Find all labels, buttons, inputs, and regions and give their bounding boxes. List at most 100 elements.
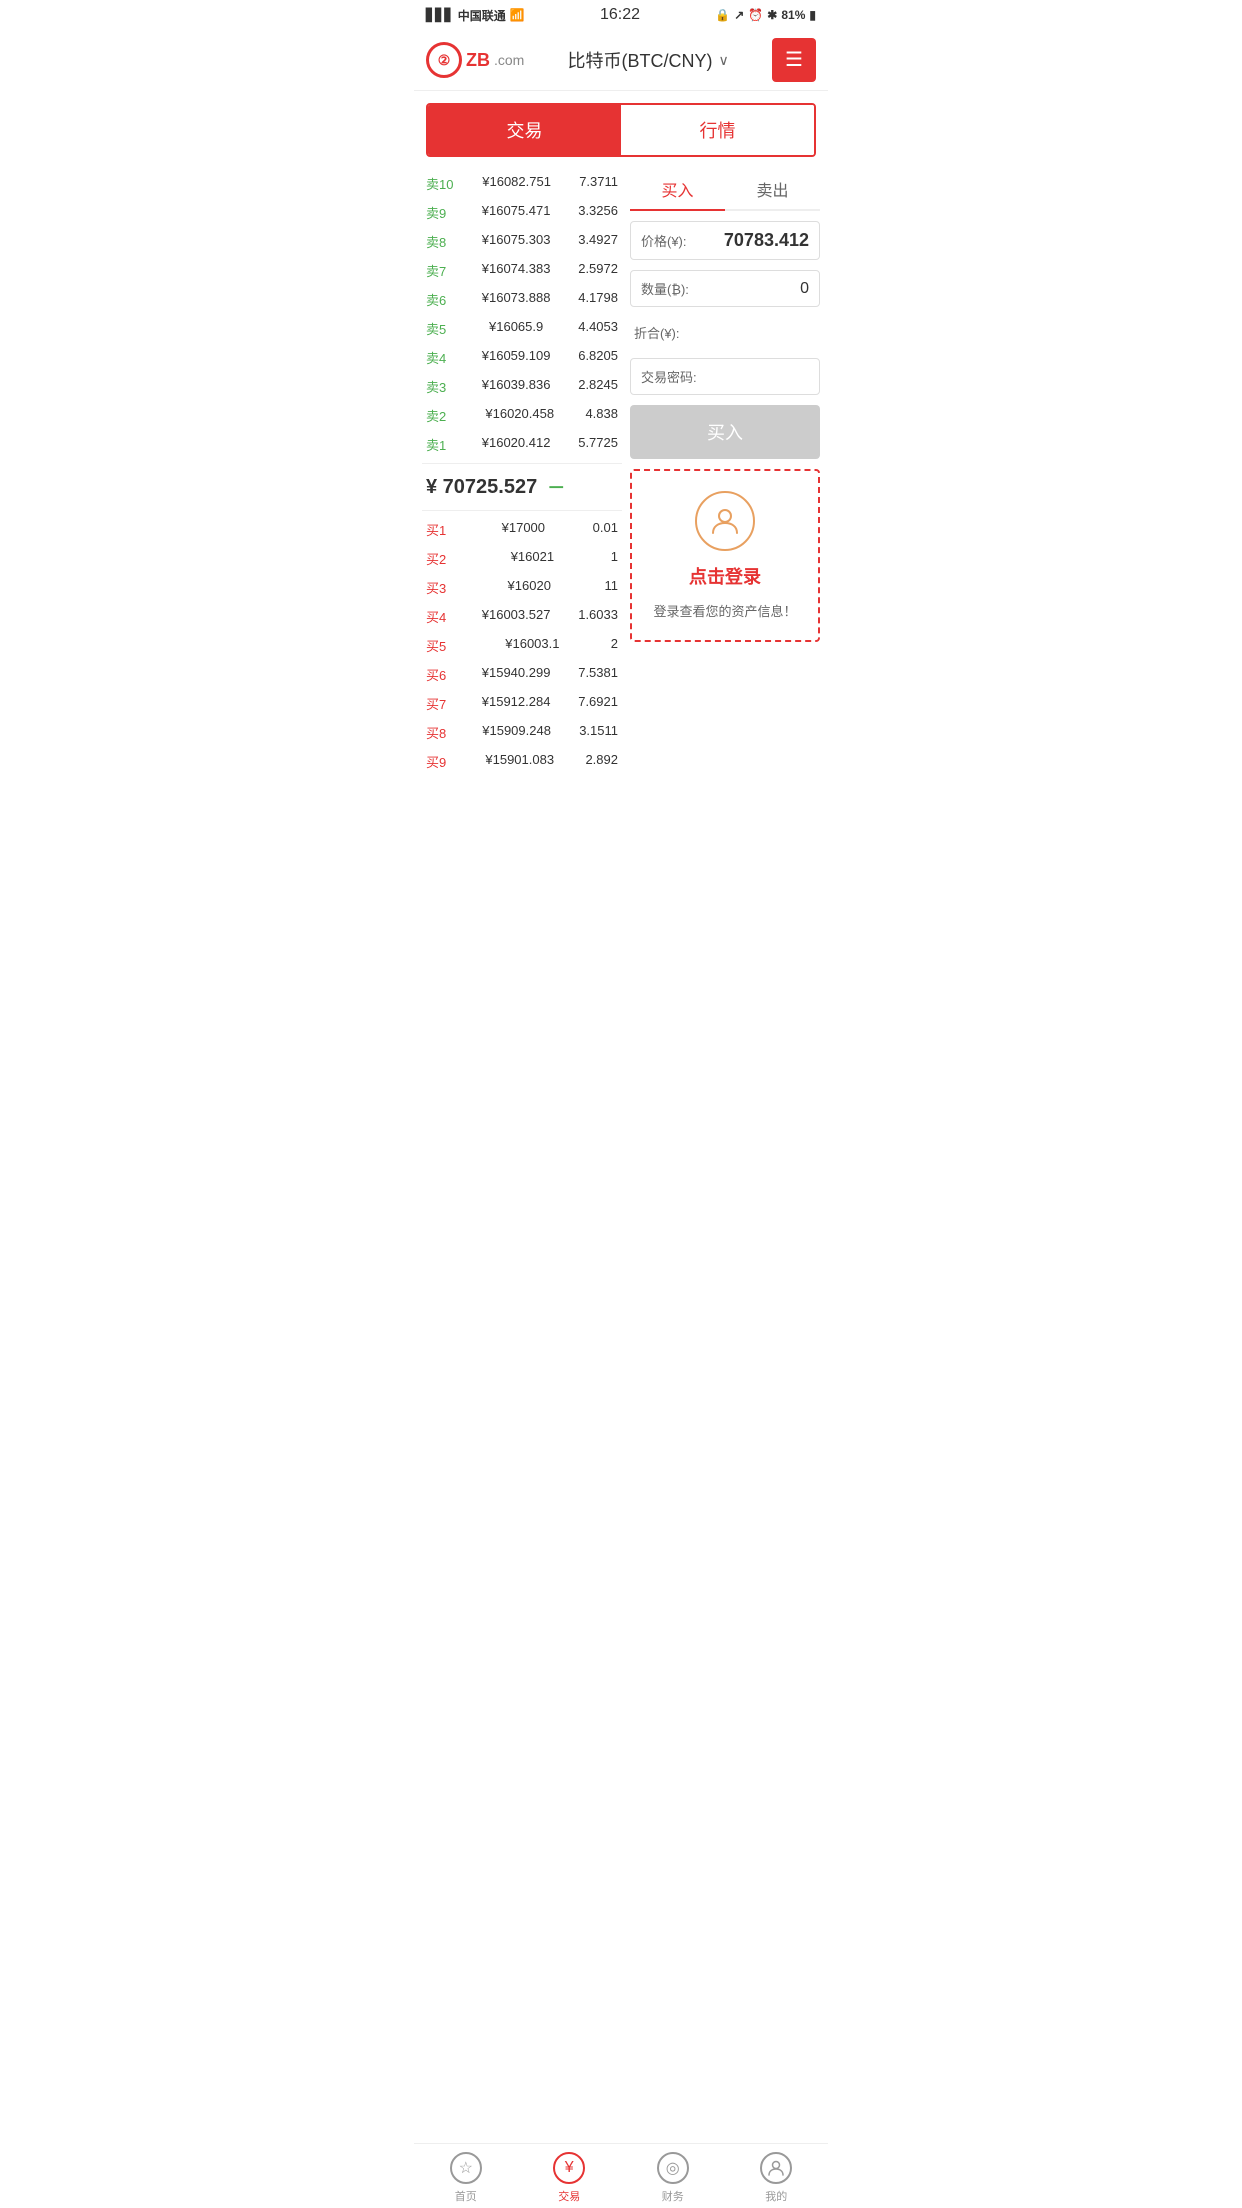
nav-finance-label: 财务: [662, 2188, 684, 2204]
home-icon: ☆: [450, 2152, 482, 2184]
buy-amount: 7.6921: [578, 694, 618, 713]
sell-order-row[interactable]: 卖9 ¥16075.471 3.3256: [422, 198, 622, 227]
nav-finance[interactable]: ◎ 财务: [621, 2152, 725, 2204]
sell-label: 卖6: [426, 290, 454, 309]
sell-label: 卖5: [426, 319, 454, 338]
buy-order-row[interactable]: 买5 ¥16003.1 2: [422, 631, 622, 660]
header: ② ZB .com 比特币(BTC/CNY) ∨ ☰: [414, 30, 828, 91]
logo-domain: .com: [494, 52, 524, 68]
login-button-label[interactable]: 点击登录: [689, 563, 761, 589]
location-icon: ↗: [734, 8, 744, 22]
tab-sell[interactable]: 卖出: [725, 169, 820, 209]
buy-price: ¥16003.527: [482, 607, 551, 626]
time-display: 16:22: [600, 6, 640, 24]
sell-label: 卖9: [426, 203, 454, 222]
buy-order-row[interactable]: 买4 ¥16003.527 1.6033: [422, 602, 622, 631]
logo-text: ZB: [466, 50, 490, 71]
sell-order-row[interactable]: 卖5 ¥16065.9 4.4053: [422, 314, 622, 343]
buy-label: 买7: [426, 694, 454, 713]
wifi-icon: 📶: [510, 8, 525, 22]
buy-order-row[interactable]: 买6 ¥15940.299 7.5381: [422, 660, 622, 689]
sell-amount: 6.8205: [578, 348, 618, 367]
price-field[interactable]: 价格(¥): 70783.412: [630, 221, 820, 260]
profile-icon: [760, 2152, 792, 2184]
tab-trade[interactable]: 交易: [428, 105, 621, 155]
sell-amount: 4.838: [585, 406, 618, 425]
buy-price: ¥15940.299: [482, 665, 551, 684]
main-tabs: 交易 行情: [426, 103, 816, 157]
bottom-nav: ☆ 首页 ¥ 交易 ◎ 财务 我的: [414, 2143, 828, 2208]
sell-price: ¥16059.109: [482, 348, 551, 367]
logo-icon: ②: [438, 52, 451, 69]
sell-price: ¥16020.458: [485, 406, 554, 425]
quantity-field[interactable]: 数量(₿): 0: [630, 270, 820, 307]
sell-amount: 4.1798: [578, 290, 618, 309]
buy-order-row[interactable]: 买7 ¥15912.284 7.6921: [422, 689, 622, 718]
logo[interactable]: ② ZB .com: [426, 42, 524, 78]
sell-label: 卖1: [426, 435, 454, 454]
sell-label: 卖3: [426, 377, 454, 396]
buy-order-row[interactable]: 买1 ¥17000 0.01: [422, 515, 622, 544]
buy-order-row[interactable]: 买2 ¥16021 1: [422, 544, 622, 573]
buy-order-row[interactable]: 买8 ¥15909.248 3.1511: [422, 718, 622, 747]
nav-profile[interactable]: 我的: [725, 2152, 829, 2204]
hamburger-icon: ☰: [785, 50, 803, 70]
bluetooth-icon: ✱: [767, 8, 777, 22]
nav-home[interactable]: ☆ 首页: [414, 2152, 518, 2204]
sell-order-row[interactable]: 卖7 ¥16074.383 2.5972: [422, 256, 622, 285]
sell-order-row[interactable]: 卖2 ¥16020.458 4.838: [422, 401, 622, 430]
tab-buy[interactable]: 买入: [630, 169, 725, 211]
header-title[interactable]: 比特币(BTC/CNY) ∨: [568, 47, 729, 73]
buy-amount: 1: [611, 549, 618, 568]
tab-market[interactable]: 行情: [621, 105, 814, 155]
sell-price: ¥16074.383: [482, 261, 551, 280]
buy-amount: 11: [604, 578, 618, 597]
coin-pair-label: 比特币(BTC/CNY): [568, 47, 713, 73]
password-field[interactable]: 交易密码:: [630, 358, 820, 395]
sell-price: ¥16082.751: [482, 174, 551, 193]
buy-price: ¥15912.284: [482, 694, 551, 713]
sell-label: 卖10: [426, 174, 454, 193]
trade-icon: ¥: [553, 2152, 585, 2184]
login-prompt[interactable]: 点击登录 登录查看您的资产信息！: [630, 469, 820, 642]
sell-label: 卖2: [426, 406, 454, 425]
finance-icon: ◎: [657, 2152, 689, 2184]
buy-amount: 3.1511: [579, 723, 618, 742]
sell-order-row[interactable]: 卖1 ¥16020.412 5.7725: [422, 430, 622, 459]
sell-order-row[interactable]: 卖8 ¥16075.303 3.4927: [422, 227, 622, 256]
sell-price: ¥16073.888: [482, 290, 551, 309]
main-content: 卖10 ¥16082.751 7.3711 卖9 ¥16075.471 3.32…: [414, 169, 828, 776]
buy-orders: 买1 ¥17000 0.01 买2 ¥16021 1 买3 ¥16020 11 …: [422, 515, 622, 776]
sell-order-row[interactable]: 卖3 ¥16039.836 2.8245: [422, 372, 622, 401]
alarm-icon: ⏰: [748, 8, 763, 22]
buy-label: 买1: [426, 520, 454, 539]
status-left: ▋▋▋ 中国联通 📶: [426, 7, 525, 24]
nav-trade[interactable]: ¥ 交易: [518, 2152, 622, 2204]
sell-amount: 3.4927: [578, 232, 618, 251]
sell-order-row[interactable]: 卖10 ¥16082.751 7.3711: [422, 169, 622, 198]
buy-amount: 2.892: [585, 752, 618, 771]
menu-button[interactable]: ☰: [772, 38, 816, 82]
buy-order-row[interactable]: 买3 ¥16020 11: [422, 573, 622, 602]
buy-amount: 1.6033: [578, 607, 618, 626]
sell-amount: 4.4053: [578, 319, 618, 338]
buy-label: 买3: [426, 578, 454, 597]
sell-price: ¥16075.303: [482, 232, 551, 251]
sell-order-row[interactable]: 卖4 ¥16059.109 6.8205: [422, 343, 622, 372]
buy-price: ¥15901.083: [485, 752, 554, 771]
nav-home-label: 首页: [455, 2188, 477, 2204]
sell-price: ¥16065.9: [489, 319, 543, 338]
avatar-icon: [695, 491, 755, 551]
status-right: 🔒 ↗ ⏰ ✱ 81% ▮: [715, 8, 816, 22]
sell-price: ¥16039.836: [482, 377, 551, 396]
sell-price: ¥16020.412: [482, 435, 551, 454]
sell-order-row[interactable]: 卖6 ¥16073.888 4.1798: [422, 285, 622, 314]
buy-order-row[interactable]: 买9 ¥15901.083 2.892: [422, 747, 622, 776]
total-label: 折合(¥):: [634, 323, 680, 342]
order-book: 卖10 ¥16082.751 7.3711 卖9 ¥16075.471 3.32…: [422, 169, 622, 776]
buy-button[interactable]: 买入: [630, 405, 820, 459]
carrier-label: 中国联通: [458, 7, 506, 24]
mid-price-sign: －: [547, 474, 565, 500]
sell-amount: 2.8245: [578, 377, 618, 396]
price-label: 价格(¥):: [641, 231, 687, 250]
